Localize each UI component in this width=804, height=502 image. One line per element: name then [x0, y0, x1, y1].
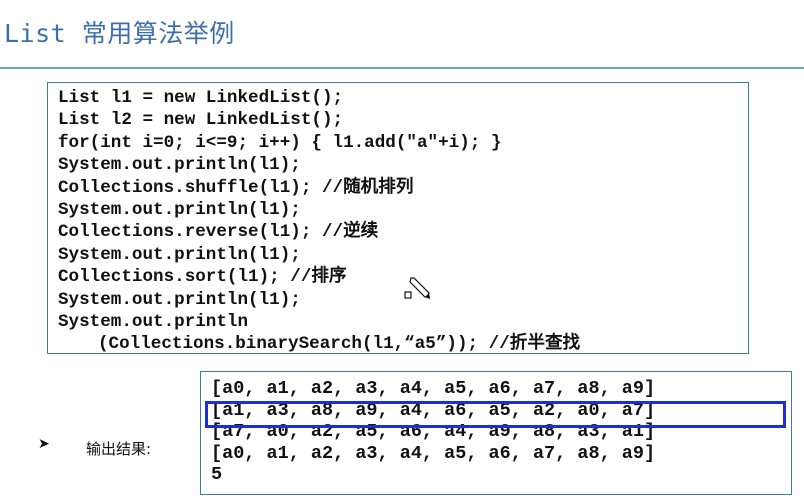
code-line: List l1 = new LinkedList();	[58, 88, 344, 108]
code-line: System.out.println(l1);	[58, 289, 301, 310]
title-divider	[0, 67, 804, 69]
code-line: Collections.reverse(l1); //逆续	[58, 222, 379, 243]
arrow-bullet-icon: ➤	[38, 436, 50, 452]
code-line: System.out.println(l1);	[58, 199, 301, 220]
output-label: 输出结果:	[86, 440, 152, 458]
code-line: Collections.shuffle(l1); //随机排列	[58, 177, 414, 198]
code-line: List l2 = new LinkedList();	[58, 110, 344, 131]
output-line: [a0, a1, a2, a3, a4, a5, a6, a7, a8, a9]	[211, 442, 656, 464]
code-line: for(int i=0; i<=9; i++) { l1.add("a"+i);…	[58, 132, 502, 153]
code-line: (Collections.binarySearch(l1,“a5”)); //折…	[98, 334, 581, 355]
output-lines: [a0, a1, a2, a3, a4, a5, a6, a7, a8, a9]…	[211, 378, 655, 486]
output-line: 5	[211, 464, 223, 485]
slide-title: List 常用算法举例	[4, 19, 235, 48]
code-line: System.out.println(l1);	[58, 244, 301, 265]
code-panel: List l1 = new LinkedList(); List l2 = ne…	[47, 82, 749, 354]
code-line: Collections.sort(l1); //排序	[58, 267, 347, 288]
output-line: [a0, a1, a2, a3, a4, a5, a6, a7, a8, a9]	[211, 378, 656, 399]
code-lines: List l1 = new LinkedList(); List l2 = ne…	[58, 87, 580, 356]
output-panel: [a0, a1, a2, a3, a4, a5, a6, a7, a8, a9]…	[200, 371, 792, 495]
code-line: System.out.println	[58, 311, 249, 332]
code-line: System.out.println(l1);	[58, 155, 301, 176]
highlight-rectangle	[205, 401, 786, 428]
pencil-cursor-icon	[404, 277, 430, 299]
